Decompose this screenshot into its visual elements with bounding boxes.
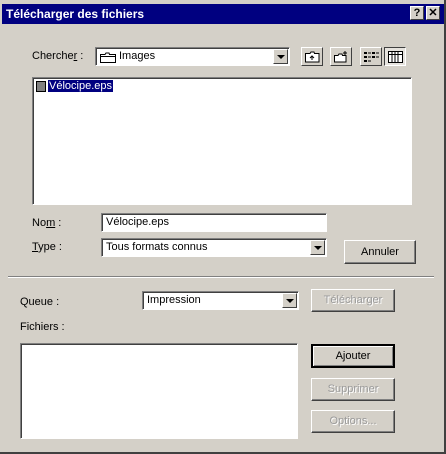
help-button[interactable]: ? xyxy=(410,6,424,20)
new-folder-icon xyxy=(334,51,349,66)
list-view-button[interactable] xyxy=(360,47,382,66)
file-list[interactable]: Vélocipe.eps xyxy=(32,77,412,205)
chevron-down-icon[interactable] xyxy=(282,293,297,308)
add-button[interactable]: Ajouter xyxy=(311,344,395,368)
remove-button[interactable]: Supprimer xyxy=(311,378,395,401)
download-button[interactable]: Télécharger xyxy=(311,289,395,312)
lookin-combo[interactable]: Images xyxy=(95,47,290,66)
details-view-button[interactable] xyxy=(384,47,406,66)
queue-select[interactable]: Impression xyxy=(142,291,299,310)
files-label: Fichiers : xyxy=(20,321,65,333)
name-label: Nom : xyxy=(32,217,62,229)
dialog-title: Télécharger des fichiers xyxy=(6,7,145,21)
close-button[interactable]: ✕ xyxy=(426,6,440,20)
options-button[interactable]: Options... xyxy=(311,410,395,433)
up-folder-button[interactable] xyxy=(301,47,323,66)
chevron-down-icon[interactable] xyxy=(310,240,325,255)
chevron-down-icon[interactable] xyxy=(273,49,288,64)
file-name: Vélocipe.eps xyxy=(48,80,113,92)
list-item[interactable]: Vélocipe.eps xyxy=(36,80,113,94)
cancel-button[interactable]: Annuler xyxy=(344,240,416,264)
queue-value: Impression xyxy=(147,294,201,306)
eps-file-icon xyxy=(36,80,46,92)
lookin-value: Images xyxy=(119,50,156,62)
type-select[interactable]: Tous formats connus xyxy=(101,238,327,257)
queue-label: Queue : xyxy=(20,296,60,308)
type-label: Type : xyxy=(32,241,62,253)
list-view-icon xyxy=(364,51,379,66)
divider xyxy=(8,276,434,278)
name-field[interactable]: Vélocipe.eps xyxy=(101,213,327,232)
lookin-label: Chercher : xyxy=(32,50,84,62)
details-view-icon xyxy=(388,51,403,66)
download-dialog: Télécharger des fichiers ? ✕ Chercher : … xyxy=(0,0,446,454)
type-value: Tous formats connus xyxy=(106,241,208,253)
up-folder-icon xyxy=(305,51,320,66)
new-folder-button[interactable] xyxy=(330,47,352,66)
title-bar: Télécharger des fichiers ? ✕ xyxy=(2,4,444,24)
queue-file-list[interactable] xyxy=(20,343,298,439)
folder-icon xyxy=(100,52,116,65)
name-value: Vélocipe.eps xyxy=(106,216,169,228)
